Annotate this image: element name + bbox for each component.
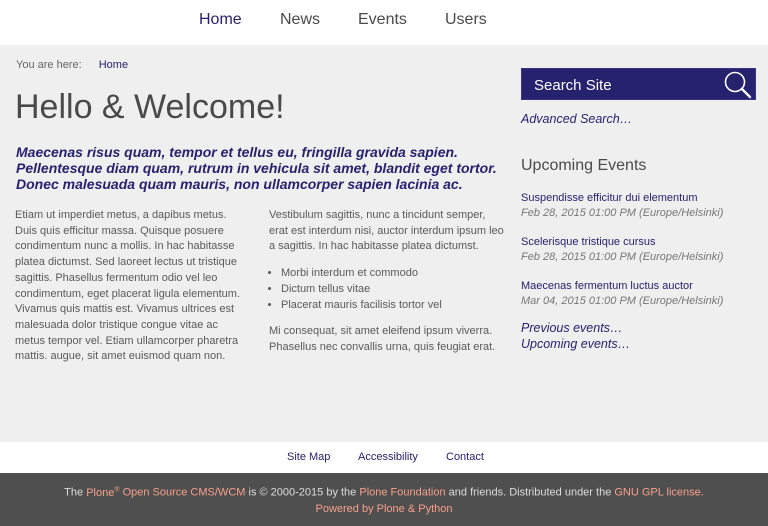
site-actions-bar: Site Map Accessibility Contact [0,442,768,473]
event-date: Feb 28, 2015 01:00 PM (Europe/Helsinki) [521,207,724,219]
event-title-link[interactable]: Maecenas fermentum luctus auctor [521,279,723,294]
lead-paragraph: Maecenas risus quam, tempor et tellus eu… [16,144,497,192]
previous-events-link[interactable]: Previous events… [521,321,622,335]
list-item: Dictum tellus vitae [281,282,507,298]
event-title-link[interactable]: Scelerisque tristique cursus [521,235,723,250]
body-paragraph-right-2: Mi consequat, sit amet eleifend ipsum vi… [269,325,496,353]
nav-item-news[interactable]: News [280,11,320,29]
body-paragraph-right-1: Vestibulum sagittis, nunc a tincidunt se… [269,209,504,253]
powered-by-link[interactable]: Powered by Plone & Python [316,503,453,515]
list-item: Placerat mauris facilisis tortor vel [281,298,507,314]
body-left-column: Etiam ut imperdiet metus, a dapibus metu… [15,208,251,365]
body-paragraph-left: Etiam ut imperdiet metus, a dapibus metu… [15,209,241,363]
event-date: Mar 04, 2015 01:00 PM (Europe/Helsinki) [521,295,724,307]
gpl-license-link[interactable]: GNU GPL license. [614,487,703,499]
plone-foundation-link[interactable]: Plone Foundation [359,487,445,499]
events-heading: Upcoming Events [521,157,647,174]
nav-item-home[interactable]: Home [199,11,242,29]
magnifier-icon[interactable] [719,69,755,99]
breadcrumb-home-link[interactable]: Home [99,59,128,71]
event-item: Maecenas fermentum luctus auctor Mar 04,… [521,279,723,309]
nav-item-events[interactable]: Events [358,11,407,29]
event-item: Scelerisque tristique cursus Feb 28, 201… [521,235,723,265]
page-title: Hello & Welcome! [15,88,285,126]
top-navigation: Home News Events Users [0,0,768,45]
body-right-column: Vestibulum sagittis, nunc a tincidunt se… [269,208,507,356]
event-item: Suspendisse efficitur dui elementum Feb … [521,191,723,221]
list-item: Morbi interdum et commodo [281,266,507,282]
event-title-link[interactable]: Suspendisse efficitur dui elementum [521,191,723,206]
footer: The Plone® Open Source CMS/WCM is © 2000… [0,473,768,526]
search-placeholder: Search Site [534,77,612,94]
plone-link[interactable]: Plone® [86,486,119,499]
accessibility-link[interactable]: Accessibility [358,451,418,463]
event-date: Feb 28, 2015 01:00 PM (Europe/Helsinki) [521,251,724,263]
open-source-link[interactable]: Open Source CMS/WCM [123,487,246,499]
nav-item-users[interactable]: Users [445,11,487,29]
contact-link[interactable]: Contact [446,451,484,463]
upcoming-events-link[interactable]: Upcoming events… [521,337,630,351]
breadcrumb: You are here: Home [16,59,128,71]
advanced-search-link[interactable]: Advanced Search… [521,112,632,126]
search-input[interactable]: Search Site [521,68,756,100]
breadcrumb-prefix: You are here: [16,59,82,71]
site-map-link[interactable]: Site Map [287,451,330,463]
footer-colophon: The Plone® Open Source CMS/WCM is © 2000… [64,486,704,499]
bullet-list: Morbi interdum et commodo Dictum tellus … [269,266,507,313]
